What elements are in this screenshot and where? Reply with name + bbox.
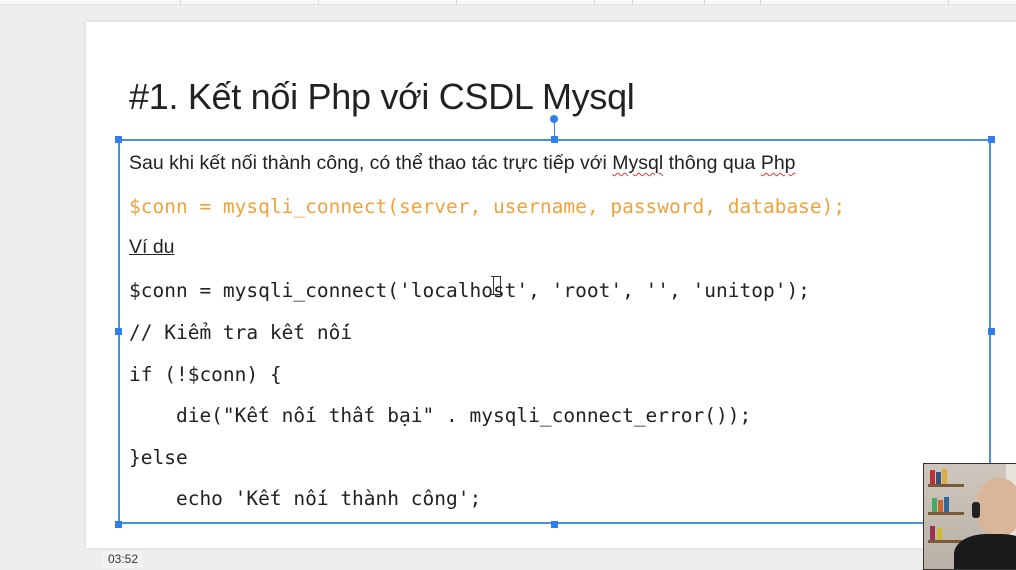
i-beam-cursor-icon (491, 276, 501, 295)
webcam-overlay (923, 463, 1016, 570)
top-ruler (0, 0, 1016, 5)
code-line-connect[interactable]: $conn = mysqli_connect('localhost', 'roo… (129, 279, 810, 302)
intro-text-part1: Sau khi kết nối thành công, có thể thao … (129, 152, 613, 174)
resize-handle-bottom-middle[interactable] (551, 521, 558, 528)
code-line-else[interactable]: }else (129, 446, 188, 469)
syntax-line[interactable]: $conn = mysqli_connect(server, username,… (129, 195, 845, 218)
rotation-handle[interactable] (550, 115, 558, 123)
spellcheck-word-mysql: Mysql (612, 152, 664, 174)
intro-text[interactable]: Sau khi kết nối thành công, có thể thao … (129, 152, 796, 175)
video-timestamp: 03:52 (103, 551, 143, 568)
presenter-face (976, 478, 1016, 536)
code-line-if[interactable]: if (!$conn) { (129, 363, 282, 386)
code-line-echo[interactable]: echo 'Kết nối thành công'; (129, 487, 481, 510)
resize-handle-middle-right[interactable] (988, 328, 995, 335)
resize-handle-top-left[interactable] (115, 136, 122, 143)
code-line-die[interactable]: die("Kết nối thất bại" . mysqli_connect_… (129, 404, 751, 427)
spellcheck-word-php: Php (760, 152, 796, 174)
intro-text-part2: thông qua (663, 152, 761, 174)
resize-handle-bottom-left[interactable] (115, 521, 122, 528)
code-line-comment[interactable]: // Kiểm tra kết nối (129, 321, 352, 344)
resize-handle-top-right[interactable] (988, 136, 995, 143)
example-label[interactable]: Ví du (129, 236, 175, 259)
resize-handle-top-middle[interactable] (551, 136, 558, 143)
resize-handle-middle-left[interactable] (115, 328, 122, 335)
slide-title[interactable]: #1. Kết nối Php với CSDL Mysql (129, 76, 635, 118)
